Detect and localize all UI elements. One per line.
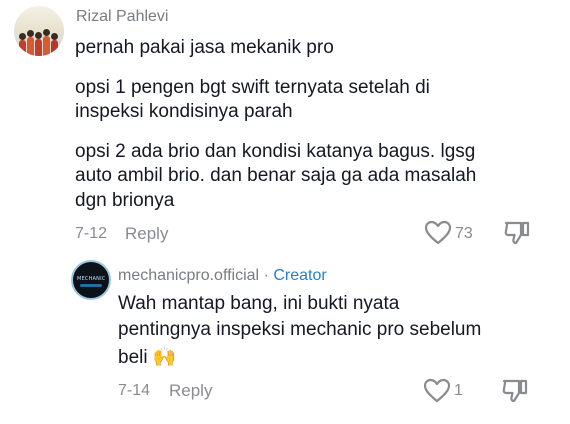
- reply-text-line: Wah mantap bang, ini bukti nyata: [118, 293, 400, 314]
- reply-reply-button[interactable]: Reply: [169, 381, 212, 401]
- comment-text-line: pernah pakai jasa mekanik pro: [75, 37, 334, 58]
- creator-username[interactable]: mechanicpro.official: [118, 267, 259, 284]
- logo-bar: [80, 284, 102, 287]
- heart-outline-icon[interactable]: [423, 378, 451, 404]
- heart-outline-icon[interactable]: [424, 220, 452, 246]
- comment-text-line: opsi 2 ada brio dan kondisi katanya bagu…: [75, 141, 476, 162]
- reply-like-count: 1: [454, 382, 463, 399]
- comment-text-line: dgn brionya: [75, 190, 175, 211]
- comment-date: 7-12: [75, 225, 108, 242]
- thumbs-down-icon[interactable]: [503, 220, 531, 246]
- reply-text-line: beli: [118, 347, 148, 368]
- creator-badge: Creator: [273, 267, 327, 284]
- commenter-username[interactable]: Rizal Pahlevi: [76, 8, 168, 26]
- reply-header: mechanicpro.official · Creator: [118, 267, 327, 285]
- comment-reply-button[interactable]: Reply: [125, 224, 168, 244]
- mechanicpro-logo-icon: MECHANIC: [77, 276, 106, 282]
- thumbs-down-icon[interactable]: [501, 378, 529, 404]
- reply-date: 7-14: [118, 382, 151, 399]
- comment-like-count: 73: [455, 225, 473, 242]
- commenter-avatar[interactable]: [14, 6, 64, 56]
- comment-text-line: opsi 1 pengen bgt swift ternyata setelah…: [75, 77, 430, 98]
- reply-text-last-line: beli 🙌: [118, 344, 177, 371]
- raising-hands-emoji: 🙌: [152, 347, 177, 368]
- comment-text-line: inspeksi kondisinya parah: [75, 101, 293, 122]
- reply-text-line: pentingnya inspeksi mechanic pro sebelum: [118, 319, 482, 340]
- separator-dot: ·: [263, 267, 269, 284]
- creator-avatar[interactable]: MECHANIC: [71, 260, 111, 300]
- comment-text-line: auto ambil brio. dan benar saja ga ada m…: [75, 165, 477, 186]
